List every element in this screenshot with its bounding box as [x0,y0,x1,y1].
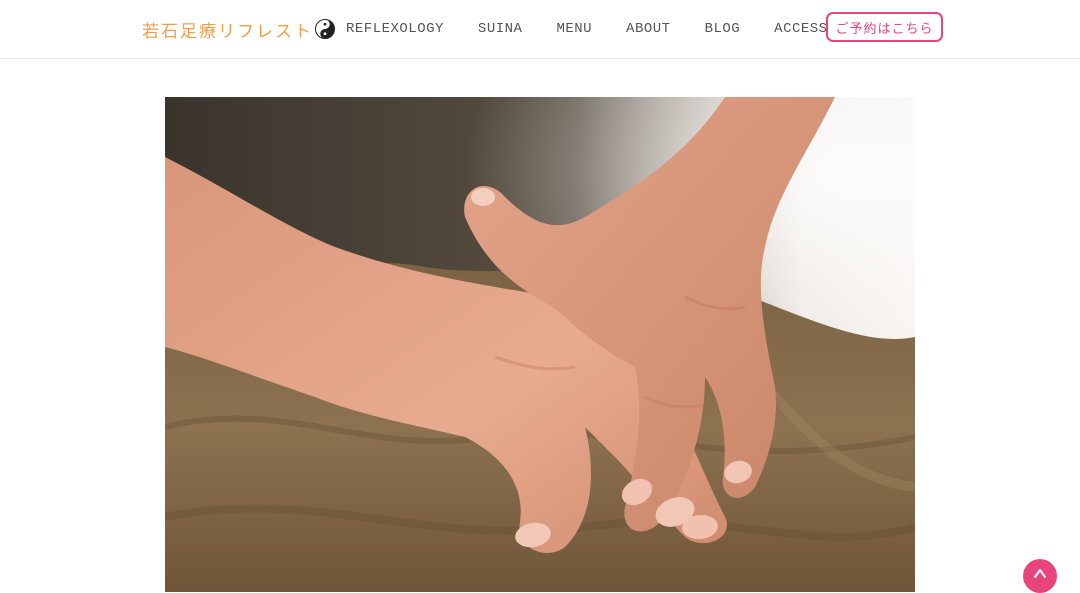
nav-menu[interactable]: MENU [556,21,592,37]
hero-image [165,97,915,592]
reserve-button[interactable]: ご予約はこちら [826,12,943,42]
nav-reflexology[interactable]: REFLEXOLOGY [346,21,444,37]
site-header: 若石足療リフレスト REFLEXOLOGY SUINA MENU ABOUT B… [0,0,1080,59]
nav-access[interactable]: ACCESS [774,21,827,37]
main-nav: REFLEXOLOGY SUINA MENU ABOUT BLOG ACCESS [336,0,862,58]
logo-text: 若石足療リフレスト [142,21,313,42]
back-to-top-button[interactable] [1023,559,1057,593]
yin-yang-icon [315,19,335,39]
site-logo[interactable]: 若石足療リフレスト [142,17,335,42]
nav-about[interactable]: ABOUT [626,21,671,37]
nav-suina[interactable]: SUINA [478,21,523,37]
hands-on-towel-photo [165,97,915,592]
chevron-up-icon [1032,566,1048,587]
nav-blog[interactable]: BLOG [705,21,741,37]
